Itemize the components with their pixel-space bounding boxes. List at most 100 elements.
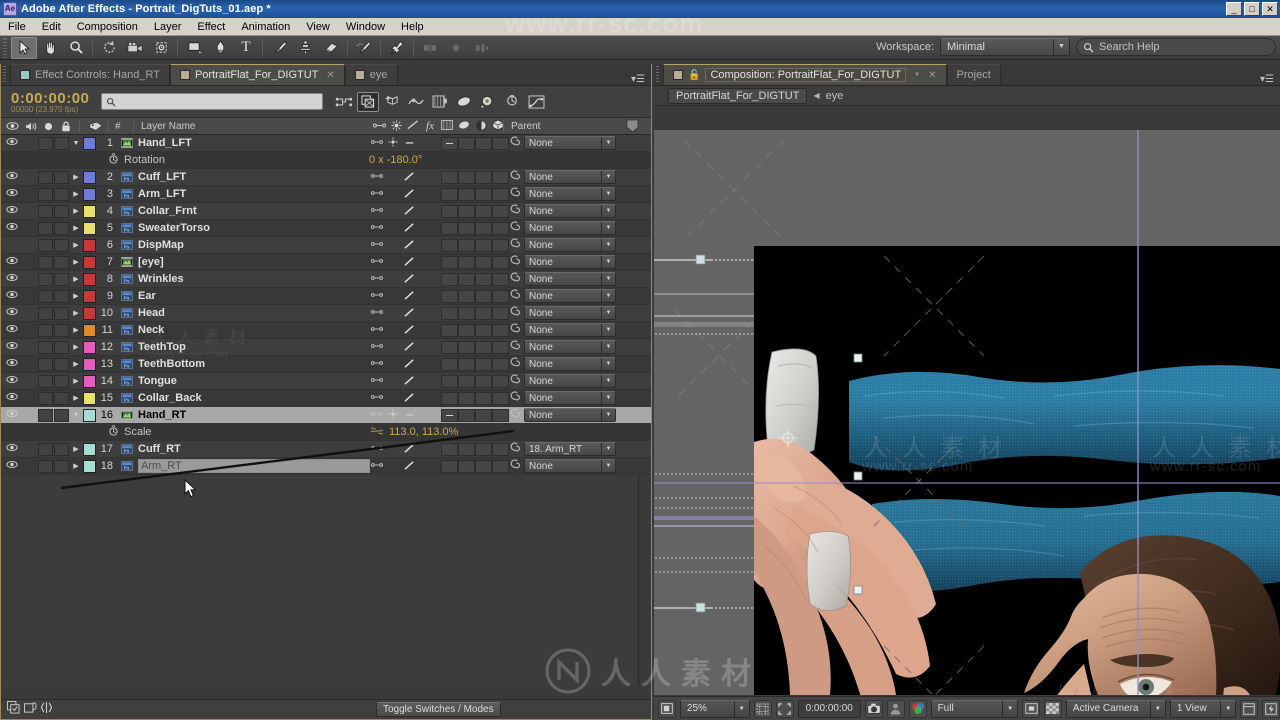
show-channel-icon[interactable] — [908, 699, 927, 718]
layer-solo-toggle[interactable] — [38, 136, 53, 150]
layer-visibility-toggle[interactable] — [1, 307, 23, 319]
layer-mode-cell[interactable] — [441, 221, 458, 235]
layer-expand-triangle[interactable]: ▶ — [69, 292, 83, 300]
layer-name[interactable]: TeethTop — [138, 341, 186, 353]
layer-mode-cell[interactable] — [441, 272, 458, 286]
layer-parent-dropdown[interactable]: None ▼ — [524, 255, 616, 269]
layer-expand-triangle[interactable]: ▶ — [69, 241, 83, 249]
layer-solo-toggle[interactable] — [38, 323, 53, 337]
property-value[interactable]: 113.0, 113.0% — [389, 426, 458, 438]
collapse-transform-switch[interactable] — [385, 409, 401, 421]
close-icon[interactable]: ✕ — [326, 70, 334, 81]
layer-mode-cell[interactable] — [475, 357, 492, 371]
parent-pickwhip-icon[interactable] — [509, 323, 520, 337]
parent-pickwhip-icon[interactable] — [509, 272, 520, 286]
table-row[interactable]: ▼ 16 Hand_RT None ▼ — [1, 407, 651, 424]
take-snapshot-icon[interactable] — [864, 699, 883, 718]
layer-expand-triangle[interactable]: ▶ — [69, 394, 83, 402]
shy-switch[interactable] — [369, 444, 385, 454]
composition-frame[interactable]: 人人素材 www.rr-sc.com 人人素材 www.rr-sc.com 人人… — [754, 246, 1280, 695]
layer-parent-dropdown[interactable]: None ▼ — [524, 374, 616, 388]
table-row[interactable]: ▶ 9 Ps Ear None ▼ — [1, 288, 651, 305]
property-value[interactable]: 0 x -180.0° — [369, 154, 422, 166]
layer-visibility-toggle[interactable] — [1, 273, 23, 285]
layer-solo-toggle[interactable] — [38, 408, 53, 422]
layer-mode-cell[interactable] — [475, 187, 492, 201]
layer-visibility-toggle[interactable] — [1, 188, 23, 200]
layer-mode-cell[interactable] — [441, 255, 458, 269]
table-row[interactable]: ▶ 8 Ps Wrinkles None ▼ — [1, 271, 651, 288]
table-row[interactable]: ▶ 5 Ps SweaterTorso None ▼ — [1, 220, 651, 237]
shy-switch[interactable] — [369, 342, 385, 352]
layer-lock-toggle[interactable] — [54, 272, 69, 286]
layer-label-color[interactable] — [83, 204, 96, 218]
layer-expand-triangle[interactable]: ▶ — [69, 190, 83, 198]
hand-tool[interactable] — [37, 37, 63, 59]
layer-mode-cell[interactable] — [492, 187, 509, 201]
layer-mode-cell[interactable] — [441, 408, 458, 422]
quality-switch[interactable] — [401, 273, 417, 286]
layer-parent-dropdown[interactable]: None ▼ — [524, 221, 616, 235]
layer-mode-cell[interactable] — [475, 238, 492, 252]
shy-switch[interactable] — [369, 206, 385, 216]
layer-visibility-toggle[interactable] — [1, 409, 23, 421]
menu-item-layer[interactable]: Layer — [146, 20, 190, 34]
table-row[interactable]: ▶ 13 Ps TeethBottom None ▼ — [1, 356, 651, 373]
layer-mode-cell[interactable] — [441, 340, 458, 354]
layer-parent-dropdown[interactable]: None ▼ — [524, 136, 616, 150]
shy-switch[interactable] — [369, 410, 385, 420]
selection-tool[interactable] — [11, 36, 37, 59]
layer-mode-cell[interactable] — [458, 187, 475, 201]
shy-switch[interactable] — [369, 223, 385, 233]
quality-switch[interactable] — [401, 460, 417, 473]
layer-expand-triangle[interactable]: ▶ — [69, 377, 83, 385]
layer-name[interactable]: Collar_Frnt — [138, 205, 197, 217]
layer-mode-cell[interactable] — [475, 170, 492, 184]
layer-solo-toggle[interactable] — [38, 340, 53, 354]
layer-solo-toggle[interactable] — [38, 255, 53, 269]
layer-parent-dropdown[interactable]: None ▼ — [524, 408, 616, 422]
layer-visibility-toggle[interactable] — [1, 137, 23, 149]
parent-pickwhip-icon[interactable] — [509, 459, 520, 473]
table-row[interactable]: ▶ 14 Ps Tongue None ▼ — [1, 373, 651, 390]
timeline-tab-1[interactable]: PortraitFlat_For_DIGTUT ✕ — [169, 64, 345, 85]
close-icon[interactable]: ✕ — [928, 70, 936, 81]
layer-solo-toggle[interactable] — [38, 187, 53, 201]
shy-switch[interactable] — [369, 393, 385, 403]
layer-parent-dropdown[interactable]: None ▼ — [524, 187, 616, 201]
layer-label-color[interactable] — [83, 374, 96, 388]
parent-pickwhip-icon[interactable] — [509, 374, 520, 388]
layer-mode-cell[interactable] — [475, 289, 492, 303]
quality-switch[interactable] — [401, 290, 417, 303]
layer-name[interactable]: Arm_RT — [138, 459, 370, 473]
layer-mode-cell[interactable] — [441, 187, 458, 201]
layer-label-color[interactable] — [83, 221, 96, 235]
parent-pickwhip-icon[interactable] — [509, 187, 520, 201]
quality-switch[interactable] — [401, 239, 417, 252]
layer-mode-cell[interactable] — [458, 272, 475, 286]
layer-label-color[interactable] — [83, 459, 96, 473]
layer-mode-cell[interactable] — [458, 408, 475, 422]
shy-switch[interactable] — [369, 291, 385, 301]
panel-grip[interactable] — [3, 65, 8, 84]
layer-mode-cell[interactable] — [492, 255, 509, 269]
close-button[interactable]: ✕ — [1262, 2, 1278, 16]
layer-expand-triangle[interactable]: ▼ — [69, 412, 83, 419]
layer-mode-cell[interactable] — [458, 255, 475, 269]
quality-switch[interactable] — [401, 324, 417, 337]
layer-mode-cell[interactable] — [441, 238, 458, 252]
layer-mode-cell[interactable] — [441, 391, 458, 405]
layer-expand-triangle[interactable]: ▶ — [69, 275, 83, 283]
layer-solo-toggle[interactable] — [38, 306, 53, 320]
comp-time-display[interactable]: 0:00:00:00 — [797, 699, 861, 718]
layer-mode-cell[interactable] — [492, 374, 509, 388]
magnification-dropdown[interactable]: 25% ▼ — [679, 699, 750, 718]
layer-mode-cells[interactable] — [441, 340, 509, 354]
parent-pickwhip-icon[interactable] — [509, 391, 520, 405]
table-row[interactable]: ▶ 7 [eye] None ▼ — [1, 254, 651, 271]
layer-name[interactable]: SweaterTorso — [138, 222, 210, 234]
layer-mode-cell[interactable] — [492, 357, 509, 371]
resolution-dropdown[interactable]: Full ▼ — [930, 699, 1019, 718]
eraser-tool[interactable] — [318, 37, 344, 59]
layer-mode-cell[interactable] — [475, 340, 492, 354]
